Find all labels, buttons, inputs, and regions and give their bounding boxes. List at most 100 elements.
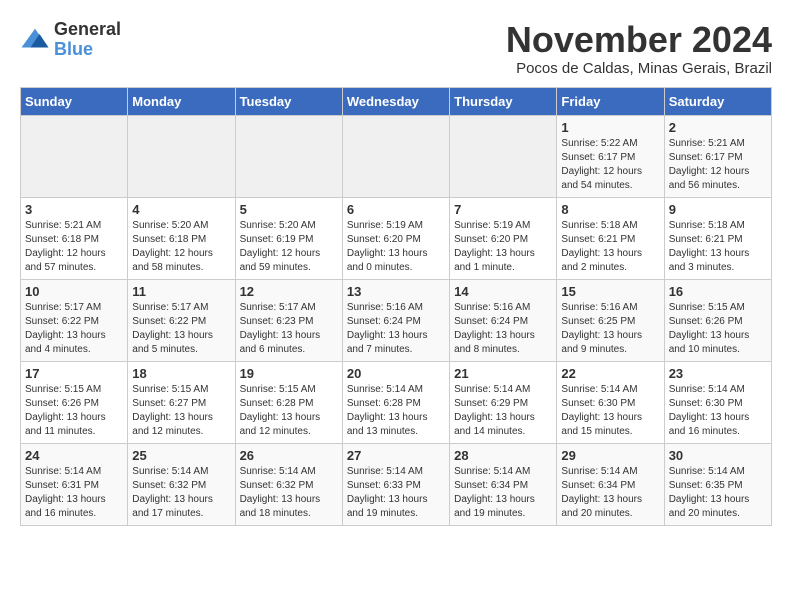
day-number: 12 (240, 284, 338, 299)
calendar-header-thursday: Thursday (450, 87, 557, 115)
day-info: Sunrise: 5:14 AM Sunset: 6:32 PM Dayligh… (132, 465, 230, 521)
calendar-cell (235, 115, 342, 197)
day-number: 8 (561, 202, 659, 217)
day-info: Sunrise: 5:19 AM Sunset: 6:20 PM Dayligh… (454, 219, 552, 275)
calendar-cell: 24 Sunrise: 5:14 AM Sunset: 6:31 PM Dayli… (21, 443, 128, 525)
calendar-header-row: SundayMondayTuesdayWednesdayThursdayFrid… (21, 87, 772, 115)
calendar-week-2: 3Sunrise: 5:21 AM Sunset: 6:18 PM Daylig… (21, 197, 772, 279)
day-info: Sunrise: 5:15 AM Sunset: 6:28 PM Dayligh… (240, 383, 338, 439)
logo-general-text: General (54, 19, 121, 39)
calendar-cell: 27 Sunrise: 5:14 AM Sunset: 6:33 PM Dayli… (342, 443, 449, 525)
day-info: Sunrise: 5:14 AM Sunset: 6:34 PM Dayligh… (454, 465, 552, 521)
calendar-cell: 8 Sunrise: 5:18 AM Sunset: 6:21 PM Daylig… (557, 197, 664, 279)
day-number: 4 (132, 202, 230, 217)
day-number: 15 (561, 284, 659, 299)
day-number: 13 (347, 284, 445, 299)
day-number: 19 (240, 366, 338, 381)
calendar-cell: 2 Sunrise: 5:21 AM Sunset: 6:17 PM Daylig… (664, 115, 771, 197)
day-number: 2 (669, 120, 767, 135)
calendar-cell (21, 115, 128, 197)
day-number: 9 (669, 202, 767, 217)
calendar-cell: 26 Sunrise: 5:14 AM Sunset: 6:32 PM Dayli… (235, 443, 342, 525)
day-number: 16 (669, 284, 767, 299)
day-info: Sunrise: 5:15 AM Sunset: 6:26 PM Dayligh… (25, 383, 123, 439)
calendar-week-4: 17 Sunrise: 5:15 AM Sunset: 6:26 PM Dayli… (21, 361, 772, 443)
calendar-cell: 22 Sunrise: 5:14 AM Sunset: 6:30 PM Dayli… (557, 361, 664, 443)
day-info: Sunrise: 5:14 AM Sunset: 6:34 PM Dayligh… (561, 465, 659, 521)
calendar-cell: 20 Sunrise: 5:14 AM Sunset: 6:28 PM Dayli… (342, 361, 449, 443)
day-number: 20 (347, 366, 445, 381)
logo-blue-text: Blue (54, 39, 93, 59)
calendar-week-1: 1Sunrise: 5:22 AM Sunset: 6:17 PM Daylig… (21, 115, 772, 197)
title-block: November 2024 Pocos de Caldas, Minas Ger… (506, 20, 772, 77)
day-info: Sunrise: 5:18 AM Sunset: 6:21 PM Dayligh… (561, 219, 659, 275)
calendar-cell: 29 Sunrise: 5:14 AM Sunset: 6:34 PM Dayli… (557, 443, 664, 525)
day-info: Sunrise: 5:17 AM Sunset: 6:22 PM Dayligh… (25, 301, 123, 357)
calendar-cell: 3Sunrise: 5:21 AM Sunset: 6:18 PM Daylig… (21, 197, 128, 279)
day-number: 10 (25, 284, 123, 299)
day-info: Sunrise: 5:17 AM Sunset: 6:22 PM Dayligh… (132, 301, 230, 357)
day-info: Sunrise: 5:18 AM Sunset: 6:21 PM Dayligh… (669, 219, 767, 275)
day-info: Sunrise: 5:15 AM Sunset: 6:26 PM Dayligh… (669, 301, 767, 357)
calendar-cell: 28 Sunrise: 5:14 AM Sunset: 6:34 PM Dayli… (450, 443, 557, 525)
calendar-cell: 4 Sunrise: 5:20 AM Sunset: 6:18 PM Daylig… (128, 197, 235, 279)
day-number: 26 (240, 448, 338, 463)
logo: General Blue (20, 20, 121, 60)
calendar-cell: 15 Sunrise: 5:16 AM Sunset: 6:25 PM Dayli… (557, 279, 664, 361)
day-info: Sunrise: 5:14 AM Sunset: 6:29 PM Dayligh… (454, 383, 552, 439)
month-title: November 2024 (506, 20, 772, 60)
calendar-cell: 18 Sunrise: 5:15 AM Sunset: 6:27 PM Dayli… (128, 361, 235, 443)
day-info: Sunrise: 5:19 AM Sunset: 6:20 PM Dayligh… (347, 219, 445, 275)
day-info: Sunrise: 5:14 AM Sunset: 6:32 PM Dayligh… (240, 465, 338, 521)
calendar-cell (450, 115, 557, 197)
day-info: Sunrise: 5:21 AM Sunset: 6:17 PM Dayligh… (669, 137, 767, 193)
day-info: Sunrise: 5:16 AM Sunset: 6:24 PM Dayligh… (454, 301, 552, 357)
day-info: Sunrise: 5:20 AM Sunset: 6:19 PM Dayligh… (240, 219, 338, 275)
day-info: Sunrise: 5:16 AM Sunset: 6:25 PM Dayligh… (561, 301, 659, 357)
calendar-cell: 19 Sunrise: 5:15 AM Sunset: 6:28 PM Dayli… (235, 361, 342, 443)
day-number: 17 (25, 366, 123, 381)
day-number: 28 (454, 448, 552, 463)
calendar-cell: 5 Sunrise: 5:20 AM Sunset: 6:19 PM Daylig… (235, 197, 342, 279)
calendar-cell: 21Sunrise: 5:14 AM Sunset: 6:29 PM Dayli… (450, 361, 557, 443)
page-header: General Blue November 2024 Pocos de Cald… (20, 20, 772, 77)
day-info: Sunrise: 5:14 AM Sunset: 6:30 PM Dayligh… (561, 383, 659, 439)
calendar-cell: 23Sunrise: 5:14 AM Sunset: 6:30 PM Dayli… (664, 361, 771, 443)
day-info: Sunrise: 5:17 AM Sunset: 6:23 PM Dayligh… (240, 301, 338, 357)
day-number: 5 (240, 202, 338, 217)
day-number: 27 (347, 448, 445, 463)
day-number: 25 (132, 448, 230, 463)
calendar-header-monday: Monday (128, 87, 235, 115)
day-number: 30 (669, 448, 767, 463)
day-info: Sunrise: 5:14 AM Sunset: 6:33 PM Dayligh… (347, 465, 445, 521)
day-number: 18 (132, 366, 230, 381)
calendar-cell: 9 Sunrise: 5:18 AM Sunset: 6:21 PM Daylig… (664, 197, 771, 279)
calendar-table: SundayMondayTuesdayWednesdayThursdayFrid… (20, 87, 772, 526)
day-number: 24 (25, 448, 123, 463)
calendar-cell: 12 Sunrise: 5:17 AM Sunset: 6:23 PM Dayli… (235, 279, 342, 361)
location-subtitle: Pocos de Caldas, Minas Gerais, Brazil (506, 60, 772, 77)
calendar-cell: 17 Sunrise: 5:15 AM Sunset: 6:26 PM Dayli… (21, 361, 128, 443)
day-info: Sunrise: 5:14 AM Sunset: 6:28 PM Dayligh… (347, 383, 445, 439)
day-number: 22 (561, 366, 659, 381)
day-info: Sunrise: 5:20 AM Sunset: 6:18 PM Dayligh… (132, 219, 230, 275)
day-info: Sunrise: 5:14 AM Sunset: 6:35 PM Dayligh… (669, 465, 767, 521)
calendar-cell: 16 Sunrise: 5:15 AM Sunset: 6:26 PM Dayli… (664, 279, 771, 361)
calendar-cell: 25 Sunrise: 5:14 AM Sunset: 6:32 PM Dayli… (128, 443, 235, 525)
calendar-cell: 14 Sunrise: 5:16 AM Sunset: 6:24 PM Dayli… (450, 279, 557, 361)
day-info: Sunrise: 5:14 AM Sunset: 6:31 PM Dayligh… (25, 465, 123, 521)
day-number: 23 (669, 366, 767, 381)
day-number: 29 (561, 448, 659, 463)
calendar-cell: 7 Sunrise: 5:19 AM Sunset: 6:20 PM Daylig… (450, 197, 557, 279)
calendar-week-3: 10 Sunrise: 5:17 AM Sunset: 6:22 PM Dayli… (21, 279, 772, 361)
day-info: Sunrise: 5:22 AM Sunset: 6:17 PM Dayligh… (561, 137, 659, 193)
calendar-header-tuesday: Tuesday (235, 87, 342, 115)
calendar-header-sunday: Sunday (21, 87, 128, 115)
day-number: 7 (454, 202, 552, 217)
calendar-cell: 13Sunrise: 5:16 AM Sunset: 6:24 PM Dayli… (342, 279, 449, 361)
calendar-header-friday: Friday (557, 87, 664, 115)
day-number: 14 (454, 284, 552, 299)
calendar-header-saturday: Saturday (664, 87, 771, 115)
day-info: Sunrise: 5:15 AM Sunset: 6:27 PM Dayligh… (132, 383, 230, 439)
calendar-cell: 6Sunrise: 5:19 AM Sunset: 6:20 PM Daylig… (342, 197, 449, 279)
